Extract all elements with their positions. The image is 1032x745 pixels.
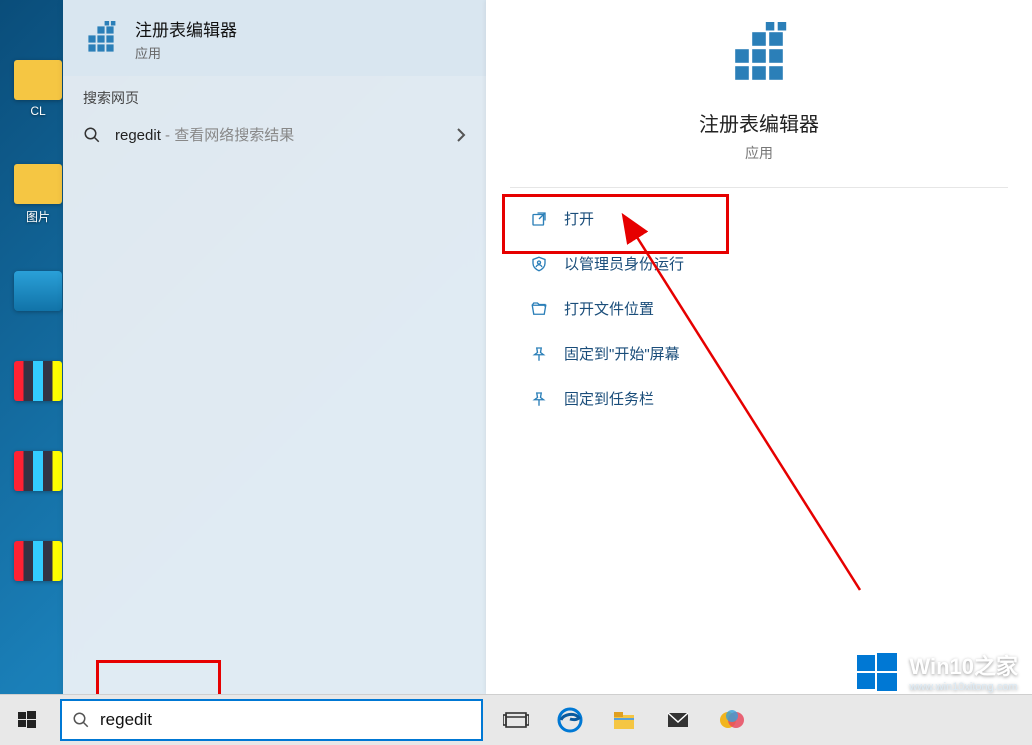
action-pin-taskbar[interactable]: 固定到任务栏 — [486, 376, 1032, 421]
action-pin-start[interactable]: 固定到"开始"屏幕 — [486, 331, 1032, 376]
photo-link-button[interactable] — [705, 695, 759, 745]
explorer-icon — [611, 707, 637, 733]
folder-open-icon — [530, 300, 548, 318]
action-label: 打开文件位置 — [564, 298, 654, 319]
detail-header: 注册表编辑器 应用 — [486, 0, 1032, 163]
regedit-icon — [83, 21, 119, 57]
mail-button[interactable] — [651, 695, 705, 745]
action-label: 以管理员身份运行 — [564, 253, 684, 274]
best-match-result[interactable]: 注册表编辑器 应用 — [63, 0, 486, 76]
best-match-title: 注册表编辑器 — [135, 16, 237, 41]
desktop-icon-settings[interactable] — [12, 271, 64, 315]
desktop-icon-app2[interactable] — [12, 451, 64, 495]
search-icon — [83, 126, 101, 144]
desktop-icons-column: CL 图片 — [12, 60, 64, 585]
action-label: 固定到任务栏 — [564, 388, 654, 409]
chevron-right-icon — [456, 127, 466, 143]
photo-link-icon — [719, 707, 745, 733]
action-open-file-location[interactable]: 打开文件位置 — [486, 286, 1032, 331]
web-search-result[interactable]: regedit - 查看网络搜索结果 — [63, 114, 486, 155]
mail-icon — [665, 707, 691, 733]
windows-start-icon — [17, 710, 37, 730]
action-open[interactable]: 打开 — [486, 196, 1032, 241]
pin-icon — [530, 390, 548, 408]
web-section-header: 搜索网页 — [63, 76, 486, 114]
task-view-icon — [503, 707, 529, 733]
edge-icon — [557, 707, 583, 733]
taskbar-search-box[interactable] — [60, 699, 483, 741]
search-results-panel: 注册表编辑器 应用 搜索网页 regedit - 查看网络搜索结果 — [63, 0, 486, 694]
explorer-button[interactable] — [597, 695, 651, 745]
watermark-title: Win10之家 — [909, 654, 1018, 679]
desktop-icon-cl[interactable]: CL — [12, 60, 64, 118]
desktop-icon-app3[interactable] — [12, 541, 64, 585]
action-label: 固定到"开始"屏幕 — [564, 343, 680, 364]
open-icon — [530, 210, 548, 228]
taskbar — [0, 694, 1032, 745]
watermark-url: www.win10xitong.com — [909, 681, 1018, 693]
web-result-text: regedit - 查看网络搜索结果 — [115, 124, 442, 145]
edge-button[interactable] — [543, 695, 597, 745]
pin-icon — [530, 345, 548, 363]
action-label: 打开 — [564, 208, 594, 229]
desktop-icon-pictures[interactable]: 图片 — [12, 164, 64, 225]
action-run-as-admin[interactable]: 以管理员身份运行 — [486, 241, 1032, 286]
result-detail-pane: 注册表编辑器 应用 打开 以管理员身份运行 打开文件位置 固定到"开始"屏幕 固… — [486, 0, 1032, 694]
detail-title: 注册表编辑器 — [699, 108, 819, 137]
admin-icon — [530, 255, 548, 273]
start-button[interactable] — [0, 695, 54, 745]
watermark: Win10之家 www.win10xitong.com — [855, 649, 1018, 693]
task-view-button[interactable] — [489, 695, 543, 745]
search-input[interactable] — [100, 710, 471, 730]
best-match-subtitle: 应用 — [135, 43, 237, 62]
regedit-icon — [725, 22, 793, 90]
desktop-icon-app1[interactable] — [12, 361, 64, 405]
search-icon — [72, 711, 90, 729]
detail-subtitle: 应用 — [745, 143, 773, 163]
windows-logo-icon — [855, 649, 899, 693]
detail-actions: 打开 以管理员身份运行 打开文件位置 固定到"开始"屏幕 固定到任务栏 — [486, 188, 1032, 429]
